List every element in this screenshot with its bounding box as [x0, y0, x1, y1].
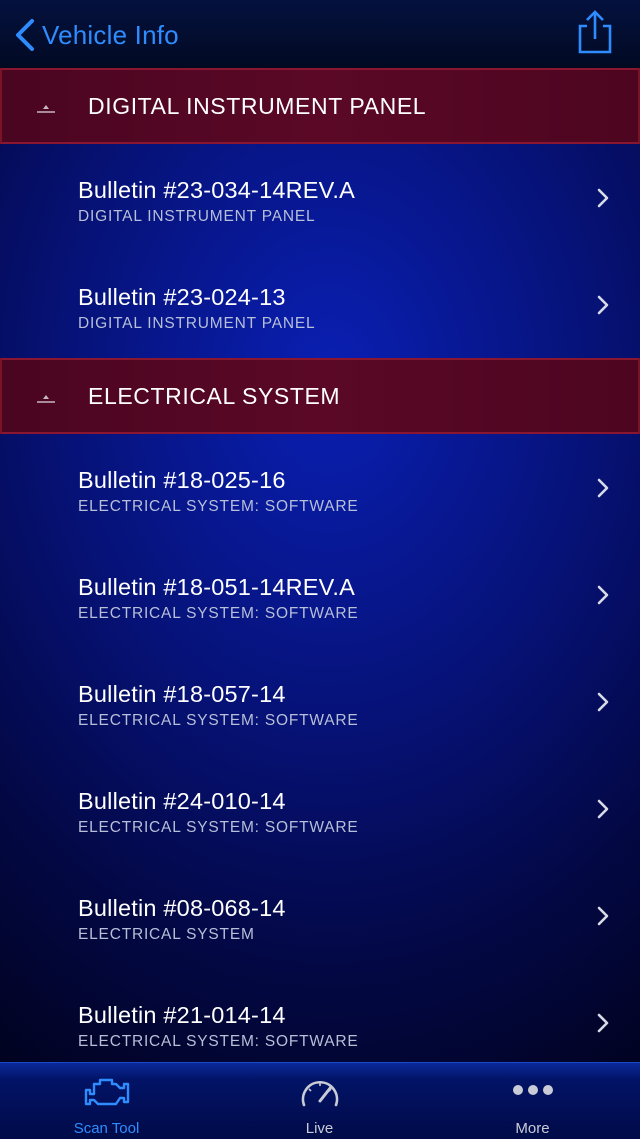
tab-label: More — [515, 1120, 550, 1137]
more-dots-icon — [510, 1075, 556, 1114]
tab-more[interactable]: More — [426, 1063, 639, 1139]
chevron-right-icon — [596, 691, 610, 718]
bulletin-title: Bulletin #18-057-14 — [78, 681, 286, 707]
list-item[interactable]: Bulletin #08-068-14 ELECTRICAL SYSTEM — [0, 862, 640, 969]
section-header-digital-instrument-panel[interactable]: DIGITAL INSTRUMENT PANEL — [0, 68, 640, 144]
collapse-icon — [36, 393, 56, 411]
chevron-right-icon — [596, 798, 610, 825]
bulletin-subtitle: DIGITAL INSTRUMENT PANEL — [78, 315, 316, 332]
back-button[interactable]: Vehicle Info — [14, 14, 179, 56]
bulletin-title: Bulletin #21-014-14 — [78, 1002, 286, 1028]
bulletin-title: Bulletin #23-024-13 — [78, 284, 286, 310]
list-item[interactable]: Bulletin #23-024-13 DIGITAL INSTRUMENT P… — [0, 251, 640, 358]
list-item[interactable]: Bulletin #24-010-14 ELECTRICAL SYSTEM: S… — [0, 755, 640, 862]
list-item[interactable]: Bulletin #18-057-14 ELECTRICAL SYSTEM: S… — [0, 648, 640, 755]
bulletin-subtitle: ELECTRICAL SYSTEM: SOFTWARE — [78, 712, 359, 729]
tab-bar: Scan Tool Live More — [0, 1062, 640, 1139]
section-title: ELECTRICAL SYSTEM — [88, 382, 341, 409]
share-icon — [574, 10, 618, 62]
chevron-right-icon — [596, 1012, 610, 1039]
list-item[interactable]: Bulletin #18-051-14REV.A ELECTRICAL SYST… — [0, 541, 640, 648]
chevron-right-icon — [596, 187, 610, 214]
section-title: DIGITAL INSTRUMENT PANEL — [88, 92, 427, 119]
tab-label: Scan Tool — [73, 1120, 140, 1137]
list-item[interactable]: Bulletin #23-034-14REV.A DIGITAL INSTRUM… — [0, 144, 640, 251]
chevron-left-icon — [14, 18, 36, 52]
bulletin-subtitle: ELECTRICAL SYSTEM — [78, 926, 255, 943]
speedometer-icon — [298, 1075, 342, 1114]
bulletin-title: Bulletin #18-025-16 — [78, 467, 286, 493]
collapse-icon — [36, 103, 56, 121]
chevron-right-icon — [596, 584, 610, 611]
bulletin-list: DIGITAL INSTRUMENT PANEL Bulletin #23-03… — [0, 68, 640, 1076]
chevron-right-icon — [596, 477, 610, 504]
bulletin-title: Bulletin #08-068-14 — [78, 895, 286, 921]
list-item[interactable]: Bulletin #18-025-16 ELECTRICAL SYSTEM: S… — [0, 434, 640, 541]
tab-live[interactable]: Live — [213, 1063, 426, 1139]
tab-scan-tool[interactable]: Scan Tool — [0, 1063, 213, 1139]
list-item[interactable]: Bulletin #21-014-14 ELECTRICAL SYSTEM: S… — [0, 969, 640, 1076]
navigation-bar: Vehicle Info — [0, 0, 640, 69]
share-button[interactable] — [574, 8, 618, 58]
bulletin-subtitle: ELECTRICAL SYSTEM: SOFTWARE — [78, 1033, 359, 1050]
chevron-right-icon — [596, 294, 610, 321]
bulletin-title: Bulletin #23-034-14REV.A — [78, 177, 355, 203]
bulletin-title: Bulletin #24-010-14 — [78, 788, 286, 814]
bulletin-title: Bulletin #18-051-14REV.A — [78, 574, 355, 600]
tab-label: Live — [305, 1120, 334, 1137]
bulletin-subtitle: ELECTRICAL SYSTEM: SOFTWARE — [78, 819, 359, 836]
bulletin-subtitle: DIGITAL INSTRUMENT PANEL — [78, 208, 316, 225]
section-header-electrical-system[interactable]: ELECTRICAL SYSTEM — [0, 358, 640, 434]
chevron-right-icon — [596, 905, 610, 932]
back-button-label: Vehicle Info — [42, 19, 179, 50]
bulletin-subtitle: ELECTRICAL SYSTEM: SOFTWARE — [78, 498, 359, 515]
bulletin-subtitle: ELECTRICAL SYSTEM: SOFTWARE — [78, 605, 359, 622]
engine-icon — [84, 1075, 130, 1114]
